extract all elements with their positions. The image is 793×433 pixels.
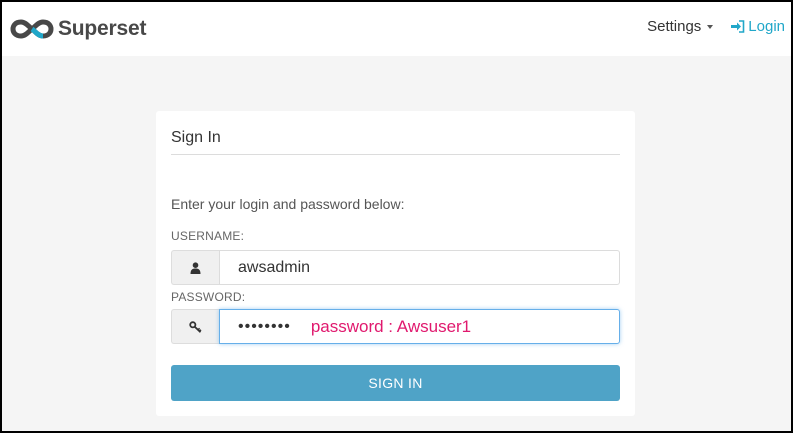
password-addon bbox=[171, 309, 219, 344]
login-label: Login bbox=[748, 18, 785, 35]
password-masked-value: •••••••• bbox=[238, 317, 291, 335]
card-title: Sign In bbox=[171, 129, 221, 146]
navbar: Superset Settings Login bbox=[2, 2, 791, 56]
password-annotation: password : Awsuser1 bbox=[310, 316, 472, 336]
login-link[interactable]: Login bbox=[731, 18, 785, 35]
sign-in-button[interactable]: SIGN IN bbox=[171, 365, 620, 401]
screenshot-frame: Superset Settings Login Sign In Enter yo… bbox=[0, 0, 793, 433]
divider bbox=[171, 154, 620, 155]
username-addon bbox=[171, 250, 219, 285]
nav-right: Settings Login bbox=[647, 18, 785, 35]
brand-name: Superset bbox=[58, 17, 147, 40]
instructions-text: Enter your login and password below: bbox=[171, 196, 405, 212]
username-value: awsadmin bbox=[238, 258, 311, 276]
user-icon bbox=[190, 261, 201, 274]
superset-logo-icon bbox=[10, 19, 54, 39]
signin-card: Sign In Enter your login and password be… bbox=[156, 111, 635, 416]
settings-label: Settings bbox=[647, 18, 702, 35]
password-input[interactable]: •••••••• password : Awsuser1 bbox=[219, 309, 620, 344]
username-label: USERNAME: bbox=[171, 229, 245, 243]
settings-menu[interactable]: Settings bbox=[647, 18, 714, 35]
caret-down-icon bbox=[707, 24, 714, 29]
sign-in-icon bbox=[731, 20, 745, 33]
username-input[interactable]: awsadmin bbox=[219, 250, 620, 285]
password-group: •••••••• password : Awsuser1 bbox=[171, 309, 620, 344]
username-group: awsadmin bbox=[171, 250, 620, 285]
password-label: PASSWORD: bbox=[171, 290, 246, 304]
key-icon bbox=[189, 320, 202, 333]
brand-logo[interactable]: Superset bbox=[10, 14, 146, 44]
